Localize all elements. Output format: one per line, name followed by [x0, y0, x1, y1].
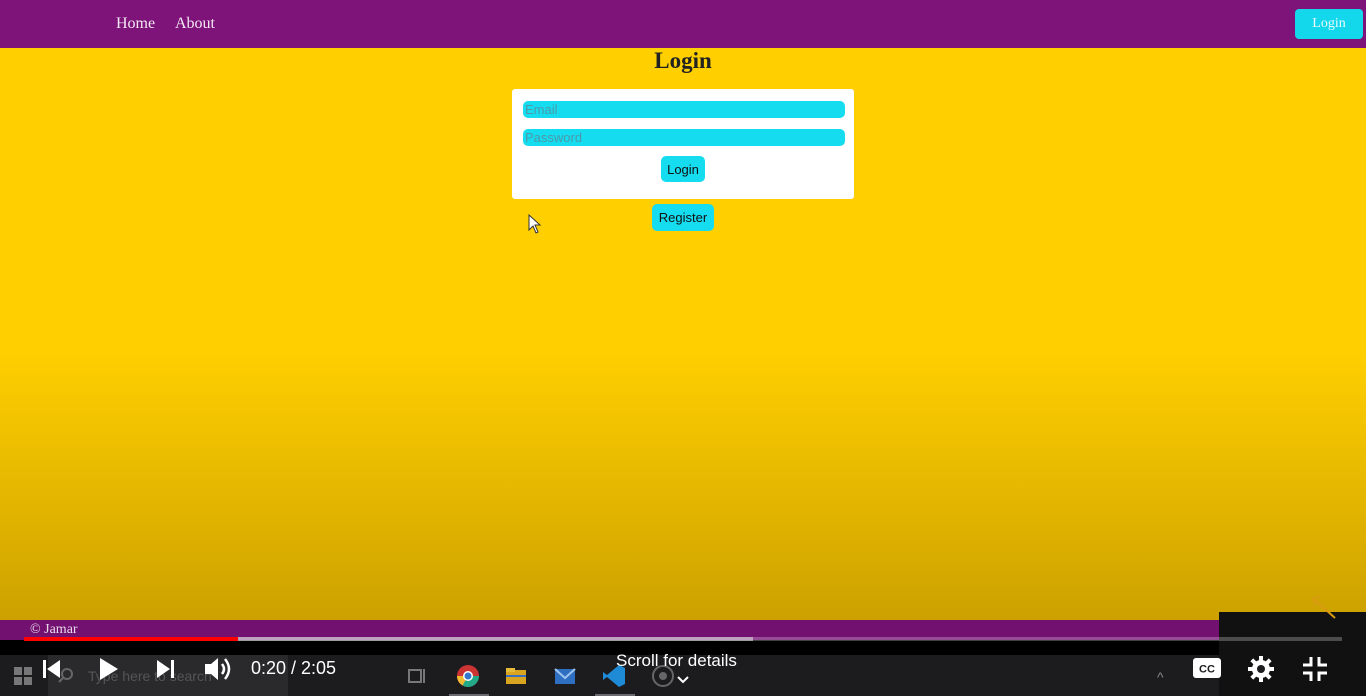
chevron-down-icon[interactable] [677, 676, 689, 684]
settings-icon[interactable] [1247, 655, 1275, 683]
chrome-icon[interactable] [455, 663, 481, 689]
mail-icon[interactable] [552, 663, 578, 689]
windows-icon[interactable] [14, 667, 32, 685]
annotation-pointer-icon [1312, 595, 1336, 619]
nav-link-home[interactable]: Home [116, 15, 155, 33]
video-thumbnail-overlay [1219, 612, 1366, 696]
play-icon[interactable] [95, 656, 121, 682]
svg-text:CC: CC [1199, 664, 1215, 676]
exit-fullscreen-icon[interactable] [1301, 655, 1329, 683]
video-time-display: 0:20 / 2:05 [251, 658, 337, 678]
login-submit-button[interactable]: Login [661, 156, 705, 182]
page-title: Login [654, 48, 712, 73]
navbar: Home About Login [0, 0, 1366, 48]
password-field[interactable] [523, 129, 845, 146]
register-button[interactable]: Register [652, 204, 714, 231]
footer-copyright: © Jamar [30, 622, 78, 637]
cc-icon[interactable]: CC [1192, 657, 1222, 679]
email-field[interactable] [523, 101, 845, 118]
played-progress [24, 637, 238, 641]
previous-icon[interactable] [40, 657, 64, 681]
next-icon[interactable] [153, 657, 177, 681]
web-page: Home About Login Login Login Register © … [0, 0, 1366, 640]
nav-login-button[interactable]: Login [1295, 9, 1363, 39]
volume-icon[interactable] [202, 654, 234, 684]
task-view-icon[interactable] [404, 663, 430, 689]
mouse-cursor-icon [528, 214, 542, 234]
nav-link-about[interactable]: About [175, 15, 215, 33]
video-progress-bar[interactable] [24, 637, 1342, 641]
login-form-card: Login [512, 89, 854, 199]
tray-chevron-icon[interactable]: ^ [1157, 669, 1164, 685]
scroll-for-details[interactable]: Scroll for details [616, 651, 737, 671]
file-explorer-icon[interactable] [503, 663, 529, 689]
